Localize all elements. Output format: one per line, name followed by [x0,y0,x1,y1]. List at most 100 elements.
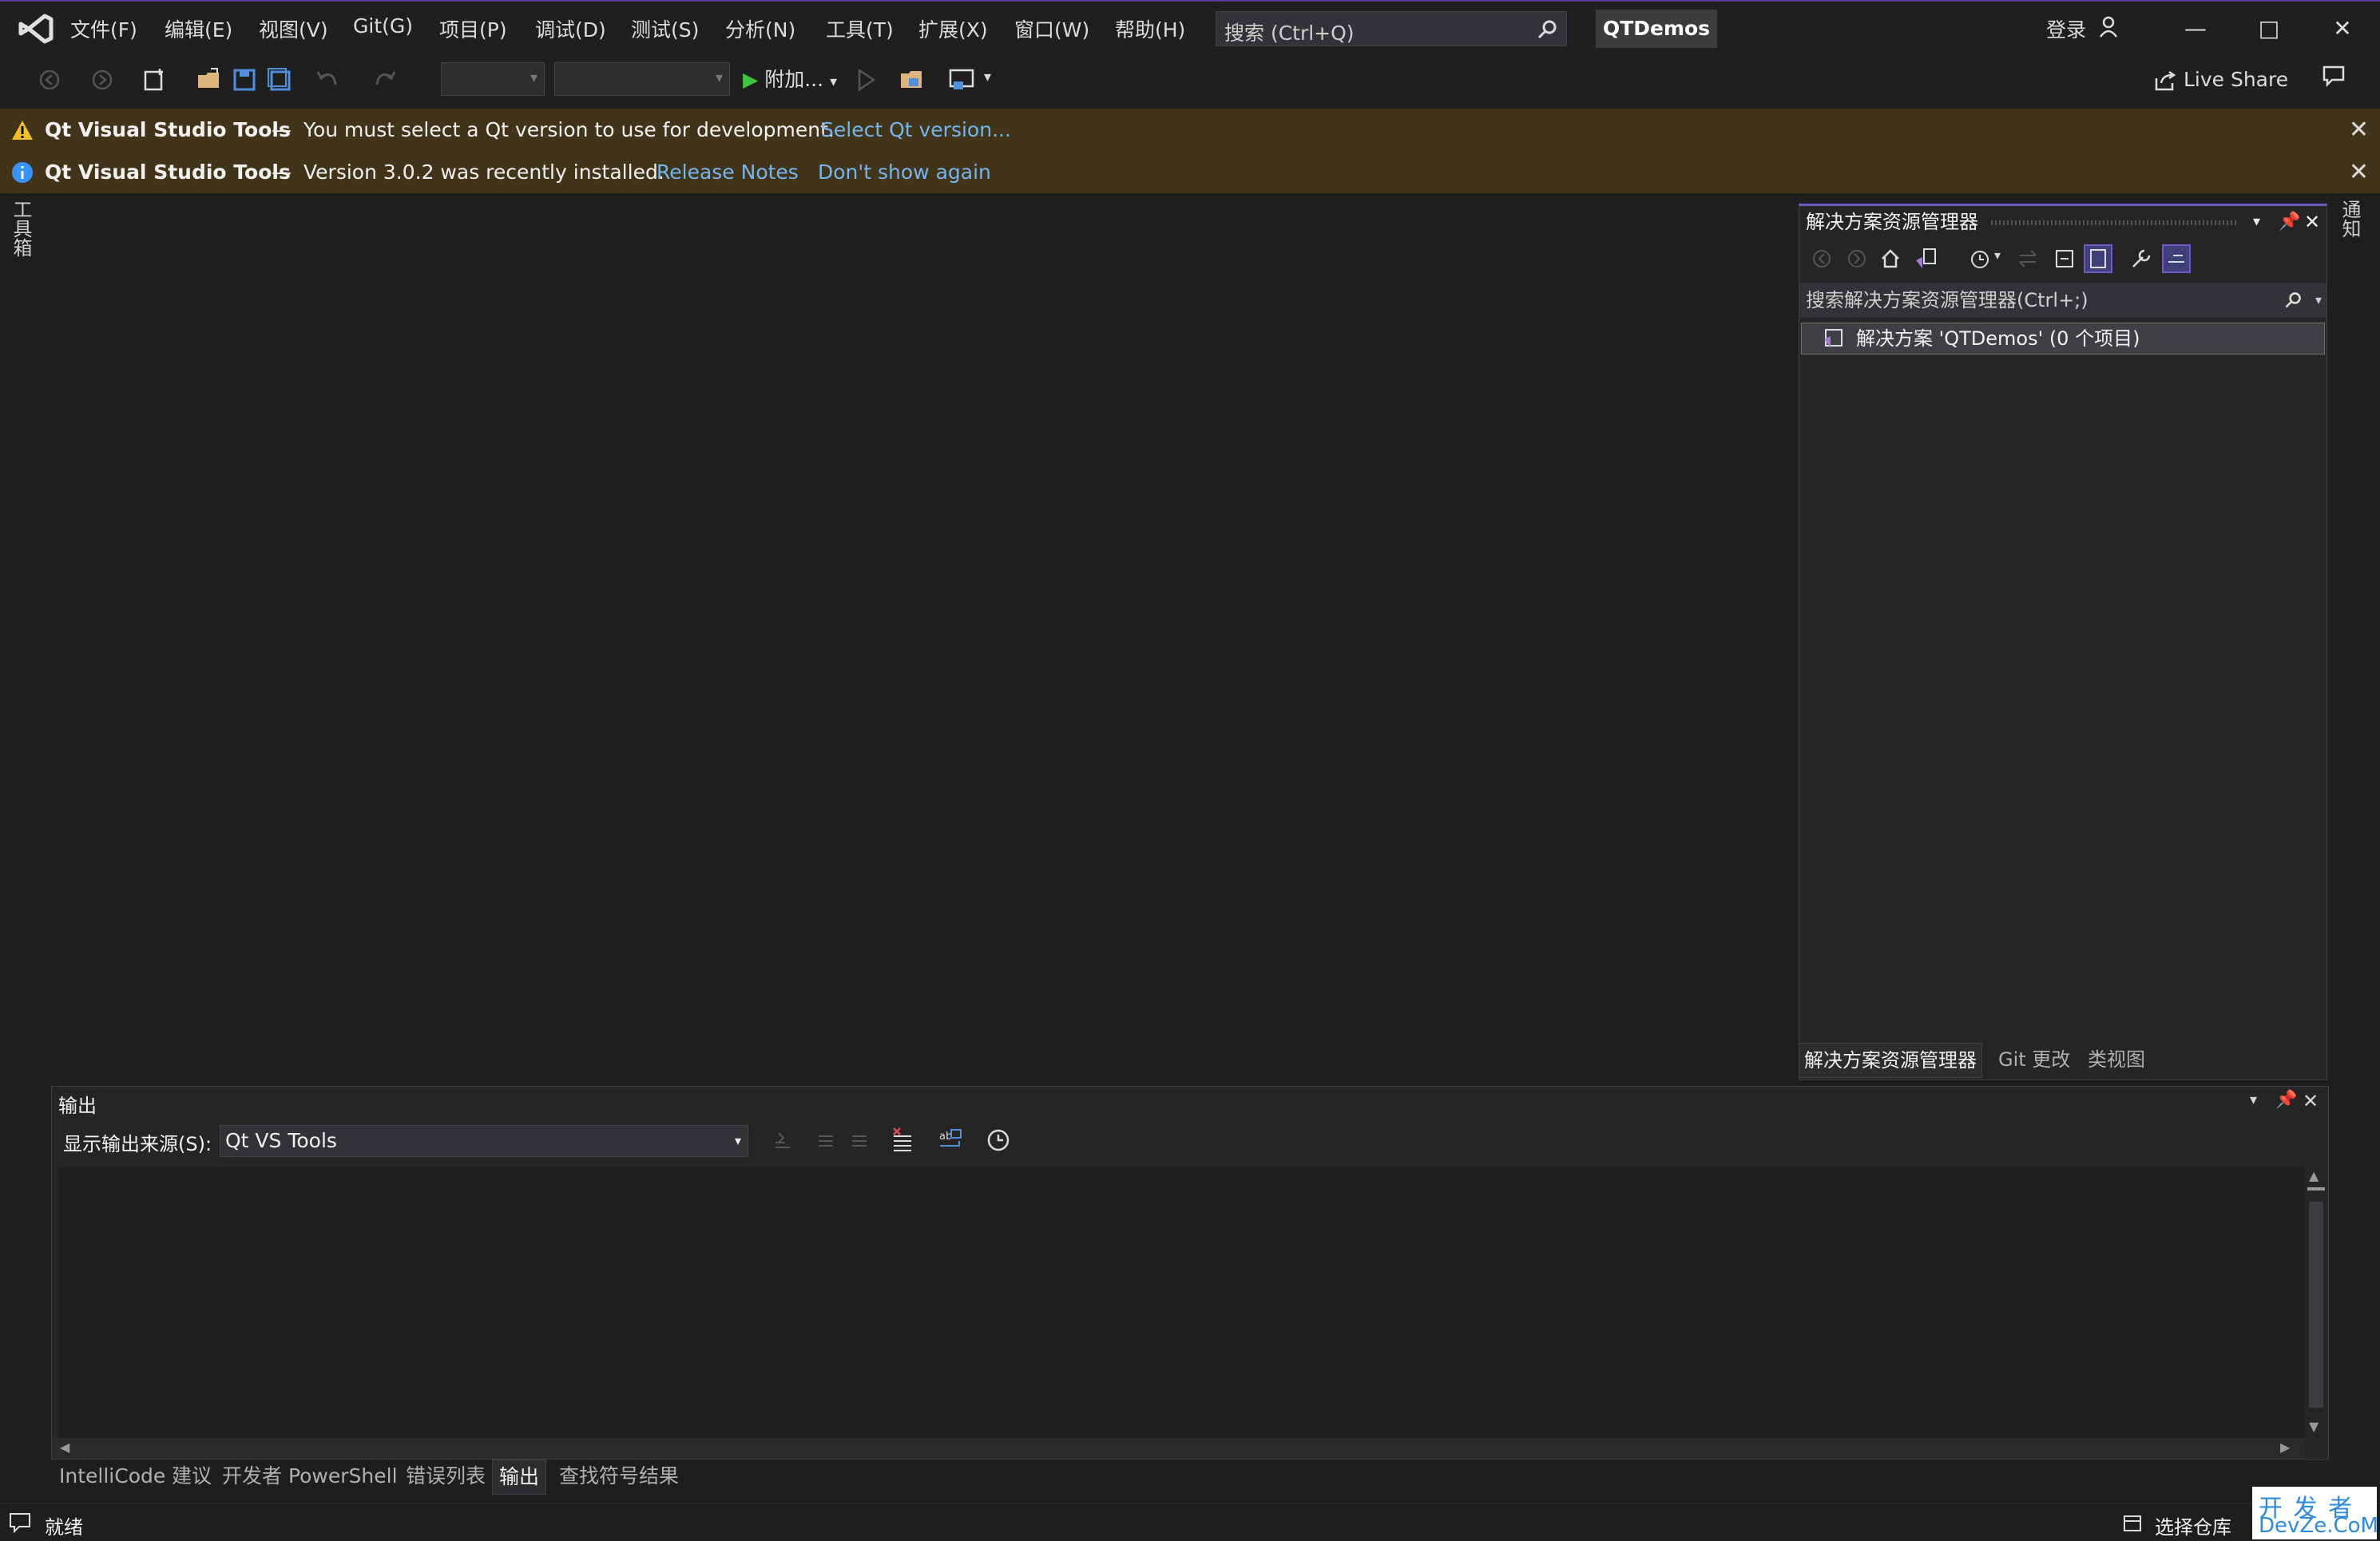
infobar-qt-installed: Qt Visual Studio Tools — Version 3.0.2 w… [0,151,2380,193]
toolbox-tab[interactable]: 工具箱 [10,200,35,257]
scroll-up-icon[interactable]: ▲ [2309,1168,2319,1183]
close-icon[interactable]: ✕ [2303,1090,2319,1112]
timestamp-icon[interactable] [985,1127,1012,1154]
solution-root-item[interactable]: 解决方案 'QTDemos' (0 个项目) [1801,323,2325,355]
tab-git-changes[interactable]: Git 更改 [1998,1043,2070,1076]
dont-show-again-link[interactable]: Don't show again [818,151,991,193]
pin-icon[interactable]: 📌 [2275,1090,2297,1110]
output-source-value: Qt VS Tools [225,1129,337,1152]
chevron-down-icon[interactable]: ▾ [2315,283,2322,318]
next-message-icon[interactable] [847,1128,871,1152]
toolbar-overflow-icon[interactable]: ▾ [984,69,991,85]
panel-title: 解决方案资源管理器 [1806,211,1978,233]
solution-icon [1824,329,1843,347]
open-file-icon[interactable] [195,65,224,94]
menu-git[interactable]: Git(G) [353,14,413,38]
tab-class-view[interactable]: 类视图 [2088,1043,2145,1076]
menu-file[interactable]: 文件(F) [70,14,137,43]
tab-intellicode[interactable]: IntelliCode 建议 [59,1460,212,1493]
menu-project[interactable]: 项目(P) [439,14,507,43]
feedback-icon[interactable] [2319,62,2348,91]
chevron-down-icon[interactable]: ▾ [2250,1091,2257,1108]
pending-changes-icon[interactable] [1969,248,1991,270]
scroll-right-icon[interactable]: ▶ [2280,1440,2290,1455]
scroll-down-icon[interactable]: ▼ [2309,1419,2319,1434]
save-all-icon[interactable] [265,65,294,94]
menu-help[interactable]: 帮助(H) [1115,14,1185,43]
tab-output[interactable]: 输出 [492,1460,547,1495]
start-without-debugging-icon[interactable] [851,65,880,94]
solution-platform-dropdown[interactable]: ▾ [554,62,730,96]
bottom-tool-tabs: IntelliCode 建议 开发者 PowerShell 错误列表 输出 查找… [51,1460,2329,1496]
back-icon[interactable] [35,65,64,94]
info-icon [12,162,33,183]
menu-debug[interactable]: 调试(D) [535,14,606,43]
browse-folder-icon[interactable] [898,65,926,94]
repository-icon[interactable] [2121,1511,2144,1534]
forward-icon[interactable] [1846,248,1868,270]
drag-grip[interactable] [1991,220,2239,225]
preview-selected-icon[interactable] [2162,244,2191,273]
menu-view[interactable]: 视图(V) [259,14,328,43]
account-icon[interactable] [2097,14,2121,38]
search-icon[interactable] [2283,291,2303,310]
close-icon[interactable]: ✕ [2349,109,2369,151]
undo-icon[interactable] [313,65,342,94]
search-input[interactable]: 搜索 (Ctrl+Q) [1216,11,1567,46]
close-icon[interactable]: ✕ [2349,151,2369,193]
window-layout-icon[interactable] [947,65,976,94]
menu-edit[interactable]: 编辑(E) [165,14,232,43]
close-icon[interactable]: ✕ [2304,206,2320,238]
release-notes-link[interactable]: Release Notes [656,151,799,193]
menu-extensions[interactable]: 扩展(X) [918,14,988,43]
status-ready: 就绪 [45,1516,83,1539]
chevron-down-icon[interactable]: ▾ [1994,248,2001,263]
output-text-area[interactable] [58,1167,2304,1438]
notifications-tab[interactable]: 通知 [2338,200,2364,238]
sync-icon[interactable] [2017,248,2039,270]
menu-window[interactable]: 窗口(W) [1014,14,1089,43]
forward-icon[interactable] [88,65,117,94]
output-panel: 输出 ▾ 📌 ✕ 显示输出来源(S): Qt VS Tools ▾ ab ▲ ▼… [51,1086,2329,1460]
select-qt-version-link[interactable]: Select Qt version... [821,109,1011,151]
home-icon[interactable] [1879,248,1902,270]
chevron-down-icon[interactable]: ▾ [2253,206,2260,238]
clear-all-icon[interactable] [889,1127,916,1154]
live-share-button[interactable]: Live Share [2153,62,2288,97]
login-link[interactable]: 登录 [2046,14,2086,43]
maximize-button[interactable]: □ [2249,11,2289,46]
switch-views-icon[interactable] [1914,246,1938,270]
scroll-thumb[interactable] [2309,1202,2323,1408]
scroll-left-icon[interactable]: ◀ [60,1440,69,1455]
tab-developer-powershell[interactable]: 开发者 PowerShell [222,1460,398,1493]
menu-analyze[interactable]: 分析(N) [725,14,795,43]
output-status-icon[interactable] [8,1511,32,1534]
horizontal-scrollbar[interactable]: ◀ ▶ [52,1438,2304,1459]
redo-icon[interactable] [371,65,399,94]
solution-search-input[interactable]: 搜索解决方案资源管理器(Ctrl+;) ▾ [1799,283,2326,318]
word-wrap-icon[interactable]: ab [937,1127,964,1154]
select-repository-button[interactable]: 选择仓库 [2155,1511,2231,1539]
find-message-icon[interactable] [771,1128,795,1152]
project-name-badge: QTDemos [1596,10,1717,48]
svg-text:ab: ab [939,1131,952,1143]
vertical-scrollbar[interactable]: ▲ ▼ [2304,1167,2328,1438]
close-window-button[interactable]: ✕ [2322,11,2362,46]
tab-solution-explorer[interactable]: 解决方案资源管理器 [1799,1043,1982,1078]
tab-find-symbol-results[interactable]: 查找符号结果 [559,1460,679,1493]
menu-tools[interactable]: 工具(T) [826,14,894,43]
back-icon[interactable] [1811,248,1833,270]
solution-config-dropdown[interactable]: ▾ [441,62,545,96]
minimize-button[interactable]: — [2176,11,2215,46]
attach-debugger-button[interactable]: ▶ 附加... ▾ [743,64,837,96]
previous-message-icon[interactable] [814,1128,838,1152]
properties-icon[interactable] [2130,248,2152,270]
collapse-all-icon[interactable] [2053,248,2076,270]
save-icon[interactable] [230,65,259,94]
pin-icon[interactable]: 📌 [2279,206,2300,238]
menu-test[interactable]: 测试(S) [631,14,699,43]
output-source-select[interactable]: Qt VS Tools ▾ [220,1125,748,1157]
show-all-files-icon[interactable] [2084,244,2112,273]
new-project-icon[interactable] [141,65,169,94]
tab-error-list[interactable]: 错误列表 [406,1460,486,1493]
